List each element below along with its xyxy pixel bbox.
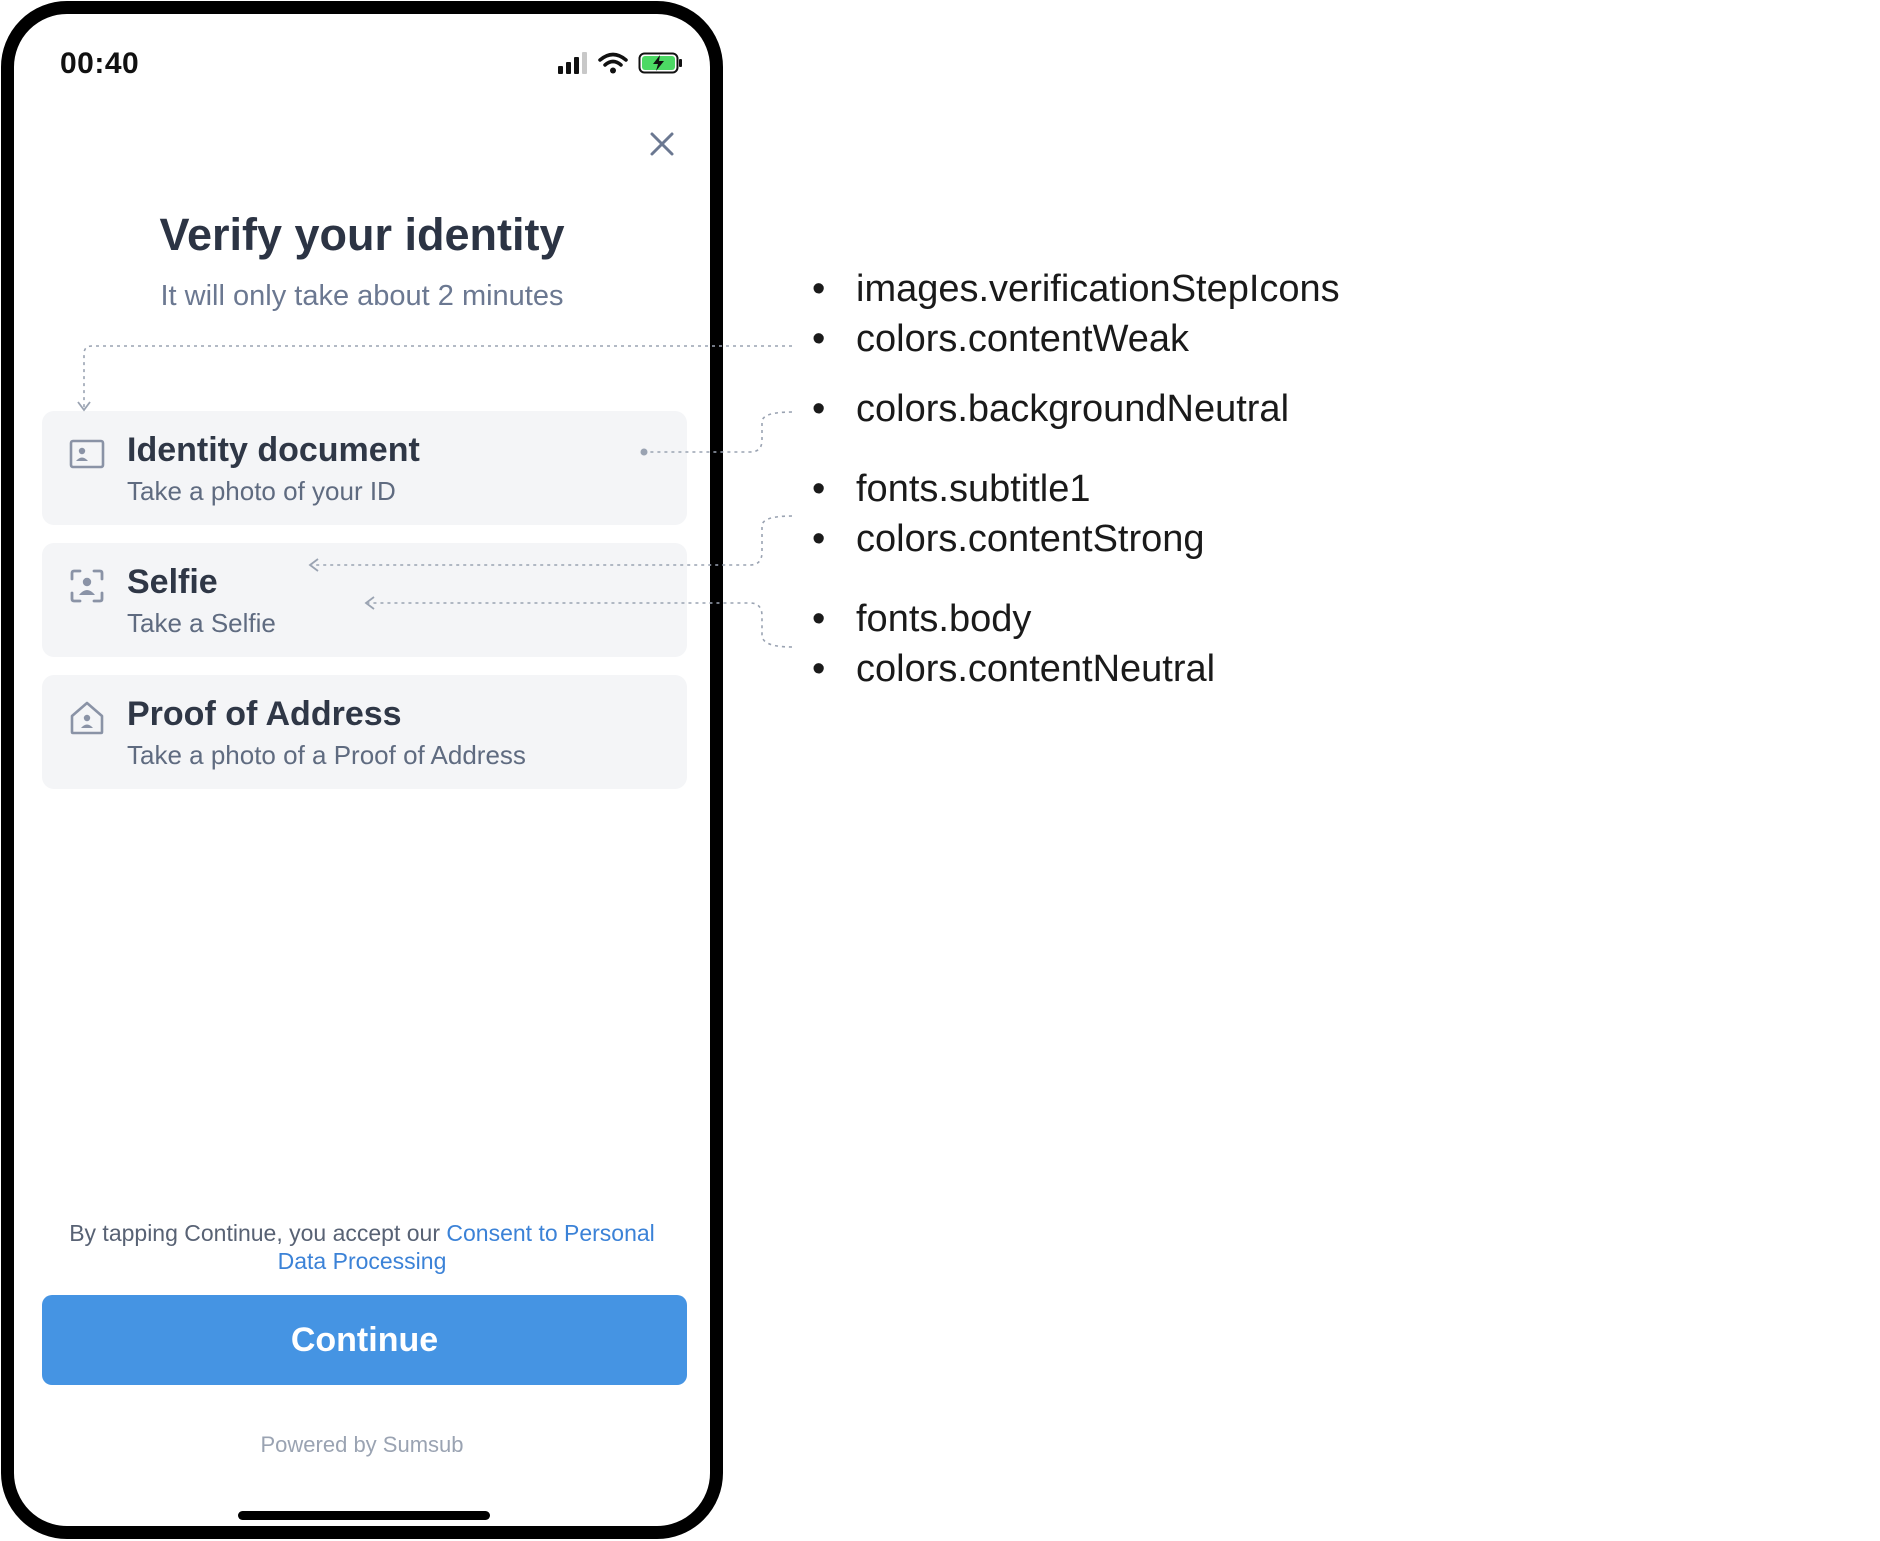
home-indicator [238, 1511, 490, 1520]
signal-icon [558, 52, 587, 74]
battery-charging-icon [638, 52, 682, 74]
step-subtitle: Take a photo of your ID [127, 476, 396, 506]
house-icon [70, 701, 104, 735]
wifi-icon [598, 52, 628, 74]
step-proof-of-address[interactable]: Proof of Address Take a photo of a Proof… [42, 675, 687, 789]
close-icon[interactable] [642, 124, 682, 164]
continue-button[interactable]: Continue [42, 1295, 687, 1385]
id-card-icon [69, 439, 105, 469]
page-title: Verify your identity [159, 209, 565, 260]
consent-text: By tapping Continue, you accept our Cons… [44, 1219, 680, 1275]
step-subtitle: Take a photo of a Proof of Address [127, 740, 526, 770]
step-subtitle: Take a Selfie [127, 608, 276, 638]
annotation-item: colors.contentNeutral [812, 648, 1215, 691]
annotation-item: colors.contentStrong [812, 518, 1205, 561]
annotation-item: colors.contentWeak [812, 318, 1189, 361]
step-identity-document[interactable]: Identity document Take a photo of your I… [42, 411, 687, 525]
annotation-item: colors.backgroundNeutral [812, 388, 1289, 431]
annotation-item: fonts.subtitle1 [812, 468, 1090, 511]
annotation-item: images.verificationStepIcons [812, 268, 1340, 311]
step-title: Selfie [127, 563, 218, 601]
step-title: Proof of Address [127, 695, 402, 733]
page-subtitle: It will only take about 2 minutes [160, 280, 564, 312]
annotation-item: fonts.body [812, 598, 1031, 641]
step-selfie[interactable]: Selfie Take a Selfie [42, 543, 687, 657]
status-icons [558, 52, 684, 74]
consent-prefix: By tapping Continue, you accept our [69, 1220, 447, 1246]
step-title: Identity document [127, 431, 420, 469]
status-time: 00:40 [60, 47, 140, 80]
face-scan-icon [70, 569, 104, 603]
phone-screen: 00:40 Verify your identity It will only … [1, 1, 723, 1539]
powered-by: Powered by Sumsub [260, 1432, 464, 1457]
